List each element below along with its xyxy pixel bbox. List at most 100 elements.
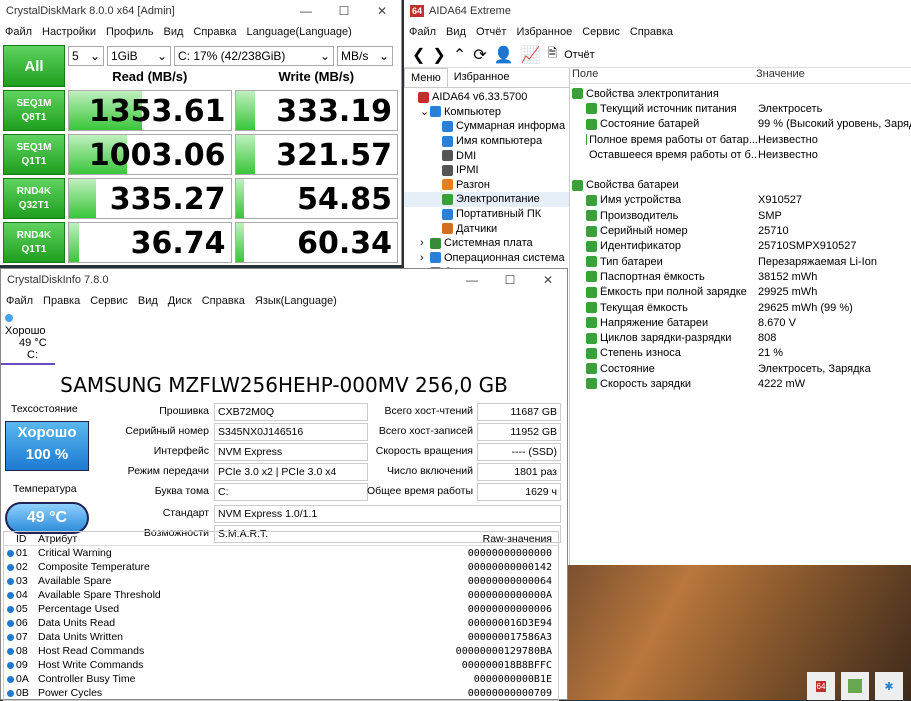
tree-item[interactable]: › Операционная система	[404, 251, 569, 266]
cdm-menu-profile[interactable]: Профиль	[101, 26, 159, 38]
smart-attribute-row[interactable]: 09Host Write Commands000000018B8BFFC	[4, 658, 558, 672]
smart-attribute-row[interactable]: 0AController Busy Time0000000000B1E	[4, 672, 558, 686]
cdm-menu-view[interactable]: Вид	[158, 26, 188, 38]
aida-menu-service[interactable]: Сервис	[577, 26, 625, 38]
cdm-menu-language[interactable]: Language(Language)	[242, 26, 357, 38]
cdi-menu-service[interactable]: Сервис	[85, 295, 133, 307]
smart-attribute-row[interactable]: 03Available Spare00000000000064	[4, 574, 558, 588]
cdi-menu-file[interactable]: Файл	[1, 295, 38, 307]
expand-icon[interactable]: ›	[420, 252, 430, 264]
smart-attribute-row[interactable]: 08Host Read Commands00000000129780BA	[4, 644, 558, 658]
col-id-header[interactable]: ID	[16, 533, 38, 545]
property-row[interactable]: Идентификатор25710SMPX910527	[572, 239, 911, 254]
cdi-menu-language[interactable]: Язык(Language)	[250, 295, 342, 307]
smart-attribute-row[interactable]: 04Available Spare Threshold0000000000000…	[4, 588, 558, 602]
all-button[interactable]: All	[3, 45, 65, 87]
test-button[interactable]: SEQ1MQ8T1	[3, 90, 65, 131]
test-button[interactable]: SEQ1MQ1T1	[3, 134, 65, 175]
maximize-icon[interactable]: ☐	[491, 269, 529, 291]
cdi-titlebar[interactable]: CrystalDiskInfo 7.8.0 — ☐ ✕	[1, 269, 567, 291]
tree-item[interactable]: Портативный ПК	[404, 207, 569, 222]
user-icon[interactable]: 👤	[494, 45, 514, 65]
health-status-badge[interactable]: Хорошо 100 %	[5, 421, 89, 471]
refresh-icon[interactable]: ⟳	[473, 45, 486, 65]
property-row[interactable]: СостояниеЭлектросеть, Зарядка	[572, 361, 911, 376]
chart-icon[interactable]: 📈	[521, 45, 541, 65]
tree-item[interactable]: Суммарная информа	[404, 119, 569, 134]
forward-icon[interactable]: ❯	[432, 45, 445, 65]
cdm-menu-settings[interactable]: Настройки	[37, 26, 101, 38]
cdm-titlebar[interactable]: CrystalDiskMark 8.0.0 x64 [Admin] — ☐ ✕	[0, 0, 401, 22]
property-row[interactable]: Оставшееся время работы от б...Неизвестн…	[572, 147, 911, 162]
size-select[interactable]: 1GiB⌄	[107, 46, 171, 66]
aida-menu-file[interactable]: Файл	[404, 26, 441, 38]
minimize-icon[interactable]: —	[453, 269, 491, 291]
col-field-header[interactable]: Поле	[570, 68, 756, 83]
tree-item[interactable]: Разгон	[404, 178, 569, 193]
count-select[interactable]: 5⌄	[68, 46, 104, 66]
close-icon[interactable]: ✕	[363, 0, 401, 22]
expand-icon[interactable]: ⌄	[420, 105, 430, 118]
temperature-badge[interactable]: 49 °C	[5, 502, 89, 534]
back-icon[interactable]: ❮	[412, 45, 425, 65]
cdm-menu-help[interactable]: Справка	[188, 26, 241, 38]
cdi-menu-edit[interactable]: Правка	[38, 295, 85, 307]
aida-taskbar-icon[interactable]: 64	[807, 672, 835, 700]
property-row[interactable]: Паспортная ёмкость38152 mWh	[572, 269, 911, 284]
property-row[interactable]: Степень износа21 %	[572, 346, 911, 361]
tab-menu[interactable]: Меню	[404, 68, 448, 87]
close-icon[interactable]: ✕	[529, 269, 567, 291]
smart-attribute-row[interactable]: 07Data Units Written000000017586A3	[4, 630, 558, 644]
report-icon[interactable]: 🗎	[547, 44, 557, 65]
cdi-menu-help[interactable]: Справка	[197, 295, 250, 307]
smart-attribute-row[interactable]: 02Composite Temperature00000000000142	[4, 560, 558, 574]
tree-item[interactable]: Электропитание	[404, 192, 569, 207]
tree-item[interactable]: Имя компьютера	[404, 134, 569, 149]
bluetooth-icon[interactable]: ✱	[875, 672, 903, 700]
col-raw-header[interactable]: Raw-значения	[428, 533, 558, 545]
aida-menu-favorites[interactable]: Избранное	[511, 26, 577, 38]
property-row[interactable]: Циклов зарядки-разрядки808	[572, 330, 911, 345]
smart-attribute-row[interactable]: 06Data Units Read000000016D3E94	[4, 616, 558, 630]
drive-select[interactable]: C: 17% (42/238GiB)⌄	[174, 46, 334, 66]
cdm-menu-file[interactable]: Файл	[0, 26, 37, 38]
aida-menu-help[interactable]: Справка	[625, 26, 678, 38]
minimize-icon[interactable]: —	[287, 0, 325, 22]
report-button[interactable]: Отчёт	[564, 49, 594, 61]
disk-tab[interactable]: Хорошо 49 °C C:	[1, 311, 55, 365]
aida-menu-report[interactable]: Отчёт	[471, 26, 511, 38]
tree-item[interactable]: Датчики	[404, 221, 569, 236]
aida-titlebar[interactable]: 64 AIDA64 Extreme	[404, 0, 911, 22]
smart-attribute-row[interactable]: 05Percentage Used00000000000006	[4, 602, 558, 616]
maximize-icon[interactable]: ☐	[325, 0, 363, 22]
tree-item[interactable]: › Системная плата	[404, 236, 569, 251]
col-attribute-header[interactable]: Атрибут	[38, 533, 428, 545]
property-row[interactable]: Текущая ёмкость29625 mWh (99 %)	[572, 300, 911, 315]
property-row[interactable]: Напряжение батареи8.670 V	[572, 315, 911, 330]
cdi-menu-view[interactable]: Вид	[133, 295, 163, 307]
tab-favorites[interactable]: Избранное	[448, 68, 516, 87]
tree-item[interactable]: AIDA64 v6.33.5700	[404, 90, 569, 105]
property-row[interactable]: ПроизводительSMP	[572, 208, 911, 223]
expand-icon[interactable]: ›	[420, 237, 430, 249]
property-row[interactable]: Серийный номер25710	[572, 223, 911, 238]
up-icon[interactable]: ⌃	[453, 45, 466, 65]
property-row[interactable]: Скорость зарядки4222 mW	[572, 376, 911, 391]
property-row[interactable]: Тип батареиПерезаряжаемая Li-Ion	[572, 254, 911, 269]
smart-attribute-row[interactable]: 0BPower Cycles00000000000709	[4, 686, 558, 700]
property-row[interactable]: Ёмкость при полной зарядке29925 mWh	[572, 285, 911, 300]
property-row[interactable]: Полное время работы от батар...Неизвестн…	[572, 132, 911, 147]
smart-attribute-row[interactable]: 01Critical Warning00000000000000	[4, 546, 558, 560]
property-row[interactable]: Состояние батарей99 % (Высокий уровень, …	[572, 117, 911, 132]
property-row[interactable]: Текущий источник питанияЭлектросеть	[572, 101, 911, 116]
property-row[interactable]: Имя устройстваX910527	[572, 193, 911, 208]
unit-select[interactable]: MB/s⌄	[337, 46, 393, 66]
test-button[interactable]: RND4KQ1T1	[3, 222, 65, 263]
aida-menu-view[interactable]: Вид	[441, 26, 471, 38]
tree-item[interactable]: ⌄ Компьютер	[404, 105, 569, 120]
test-button[interactable]: RND4KQ32T1	[3, 178, 65, 219]
col-value-header[interactable]: Значение	[756, 68, 805, 83]
cdi-menu-disk[interactable]: Диск	[163, 295, 197, 307]
tree-item[interactable]: DMI	[404, 148, 569, 163]
tree-item[interactable]: IPMI	[404, 163, 569, 178]
